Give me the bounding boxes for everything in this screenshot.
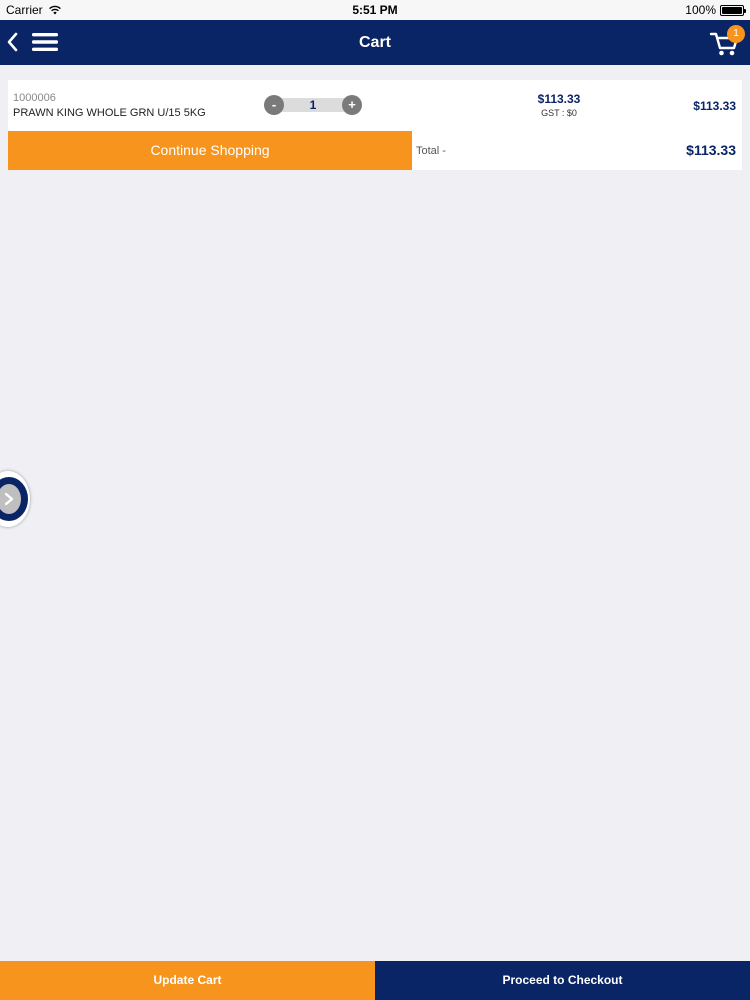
quantity-value[interactable]: 1	[274, 98, 352, 112]
bottom-action-bar: Update Cart Proceed to Checkout	[0, 961, 750, 1000]
drawer-ring	[0, 477, 28, 521]
decrease-quantity-button[interactable]: -	[264, 95, 284, 115]
back-chevron-icon	[7, 32, 18, 52]
drawer-inner	[0, 484, 21, 514]
page-title: Cart	[358, 34, 391, 51]
minus-icon: -	[271, 97, 277, 112]
nav-bar: Cart	[0, 20, 750, 65]
gst-amount: GST : $0	[541, 108, 577, 118]
arrow-right-icon	[4, 492, 14, 506]
plus-icon: +	[348, 97, 356, 112]
status-time: 5:51 PM	[352, 3, 398, 17]
back-button[interactable]	[4, 30, 24, 54]
item-name: PRAWN KING WHOLE GRN U/15 5KG	[13, 107, 206, 119]
total-label: Total -	[416, 145, 446, 157]
quantity-stepper: 1 - +	[264, 95, 362, 115]
menu-button[interactable]	[32, 32, 58, 52]
increase-quantity-button[interactable]: +	[342, 95, 362, 115]
status-bar: Carrier 5:51 PM 100%	[0, 0, 750, 20]
item-code: 1000006	[13, 92, 56, 104]
battery-fill	[722, 6, 742, 14]
cart-item-card: 1000006 PRAWN KING WHOLE GRN U/15 5KG 1 …	[8, 80, 742, 170]
continue-shopping-button[interactable]: Continue Shopping	[8, 131, 412, 170]
cart-count-badge: 1	[727, 25, 745, 43]
battery-icon	[720, 4, 746, 16]
side-drawer-handle[interactable]	[0, 471, 30, 527]
hamburger-menu-icon	[32, 33, 58, 51]
proceed-to-checkout-button[interactable]: Proceed to Checkout	[375, 961, 750, 1000]
battery-percent: 100%	[685, 3, 716, 17]
line-total: $113.33	[693, 99, 736, 113]
status-right: 100%	[685, 3, 746, 17]
total-value: $113.33	[686, 142, 736, 158]
update-cart-button[interactable]: Update Cart	[0, 961, 375, 1000]
unit-price: $113.33	[537, 92, 581, 106]
cart-screen: Carrier 5:51 PM 100% Cart 1 1000006 PRAW…	[0, 0, 750, 1000]
